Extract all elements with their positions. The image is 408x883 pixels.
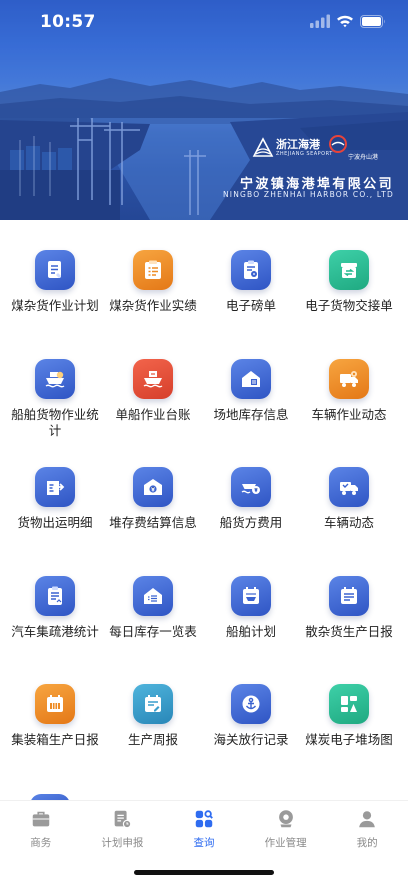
shipment-detail-icon [35,467,75,507]
menu-item-ship-plan[interactable]: 船舶计划 [202,564,300,673]
menu-item-e-weighbill[interactable]: 电子磅单 [202,238,300,347]
tab-business[interactable]: 商务 [0,808,82,850]
warehouse-icon [231,358,271,399]
menu-item-label: 船舶计划 [225,623,276,639]
tab-label: 计划申报 [101,837,144,849]
ship-plan-icon [231,575,271,616]
menu-item-vehicle-dynamics[interactable]: 车辆动态 [300,455,398,564]
menu-item-ship-cargo-stats[interactable]: 船舶货物作业统计 [6,347,104,456]
briefcase-icon [32,811,50,827]
menu-item-label: 电子磅单 [225,298,276,313]
query-menu-grid: 煤杂货作业计划 煤杂货作业实绩 电子磅单 电子货物交接单 船舶货物作业统计 单船… [0,238,408,781]
menu-item-label: 电子货物交接单 [305,298,393,313]
menu-item-vehicle-operation[interactable]: 车辆作业动态 [300,347,398,456]
cargo-box-icon [329,250,369,290]
menu-item-daily-stock[interactable]: 每日库存一览表 [104,564,202,673]
menu-item-label: 煤杂货作业计划 [11,298,99,313]
clipboard-list-icon [133,250,173,290]
signal-icon [310,14,330,28]
menu-item-coal-yard-map[interactable]: 煤炭电子堆场图 [300,672,398,781]
company-name-en: NINGBO ZHENHAI HARBOR CO., LTD [222,190,394,199]
menu-item-storage-fee[interactable]: 堆存费结算信息 [104,455,202,564]
menu-item-label: 堆存费结算信息 [109,515,197,530]
tab-label: 商务 [30,837,52,849]
menu-item-label: 船舶货物作业统计 [11,406,99,438]
menu-item-label: 场地库存信息 [213,406,289,422]
ship-fee-icon [231,467,271,507]
menu-item-weekly-report[interactable]: 生产周报 [104,672,202,781]
tab-label: 查询 [193,837,215,849]
stats-doc-icon [35,575,75,616]
bulk-report-icon [329,575,369,616]
menu-item-coal-plan[interactable]: 煤杂货作业计划 [6,238,104,347]
container-report-icon [35,684,75,724]
user-icon [359,811,375,828]
ship-cargo-icon [35,358,75,399]
ningbo-port-logo-icon [329,135,347,153]
tab-label: 我的 [356,837,378,849]
menu-item-bulk-daily-report[interactable]: 散杂货生产日报 [300,564,398,673]
logo-nb-text: 宁波舟山港 [348,154,379,161]
status-bar: 10:57 [0,0,408,46]
menu-item-shipment-detail[interactable]: 货物出运明细 [6,455,104,564]
menu-item-label: 车辆动态 [323,515,374,530]
menu-item-label: 汽车集疏港统计 [11,623,99,639]
zhejiang-seaport-logo-icon [252,137,274,157]
tab-operation-management[interactable]: 作业管理 [245,808,327,850]
menu-item-label: 单船作业台账 [115,406,191,422]
logo-zj-subtext: ZHEJIANG SEAPORT [276,151,333,157]
truck-icon [329,467,369,507]
menu-item-customs-release[interactable]: 海关放行记录 [202,672,300,781]
port-banner: 10:57 浙江海港 ZHEJIANG SEAPORT 宁波舟山港 宁波镇海港埠… [0,0,408,220]
status-time: 10:57 [40,12,96,32]
logo-zj-text: 浙江海港 [276,138,320,151]
tab-mine[interactable]: 我的 [326,808,408,850]
weekly-report-icon [133,684,173,724]
plan-report-icon [115,810,132,829]
yard-map-icon [329,684,369,724]
tab-query[interactable]: 查询 [163,808,245,850]
menu-item-single-ship-ledger[interactable]: 单船作业台账 [104,347,202,456]
tab-label: 作业管理 [264,837,307,849]
wifi-icon [337,15,353,28]
tab-plan-report[interactable]: 计划申报 [82,808,164,850]
menu-item-label: 车辆作业动态 [311,406,387,422]
menu-item-label: 散杂货生产日报 [305,623,393,639]
menu-item-label: 货物出运明细 [17,515,93,530]
menu-item-ship-cargo-fee[interactable]: 船货方费用 [202,455,300,564]
menu-item-e-cargo-handover[interactable]: 电子货物交接单 [300,238,398,347]
storage-fee-icon [133,467,173,507]
menu-item-yard-stock[interactable]: 场地库存信息 [202,347,300,456]
receipt-icon [231,250,271,290]
menu-item-label: 海关放行记录 [213,732,289,747]
menu-item-label: 船货方费用 [219,515,283,530]
operation-icon [278,810,293,828]
ship-ledger-icon [133,358,173,399]
menu-item-coal-result[interactable]: 煤杂货作业实绩 [104,238,202,347]
menu-item-label: 生产周报 [127,732,178,747]
query-icon [195,810,213,828]
menu-item-label: 集装箱生产日报 [11,732,99,747]
battery-icon [360,14,385,28]
daily-stock-icon [133,575,173,616]
customs-anchor-icon [231,684,271,724]
menu-item-label: 每日库存一览表 [109,623,197,639]
home-indicator [134,870,274,875]
menu-item-container-daily-report[interactable]: 集装箱生产日报 [6,672,104,781]
company-logo: 浙江海港 ZHEJIANG SEAPORT 宁波舟山港 [252,132,392,168]
menu-item-label: 煤炭电子堆场图 [305,732,393,747]
truck-gear-icon [329,358,369,399]
menu-item-label: 煤杂货作业实绩 [109,298,197,313]
menu-item-truck-port-stats[interactable]: 汽车集疏港统计 [6,564,104,673]
document-plan-icon [35,250,75,290]
